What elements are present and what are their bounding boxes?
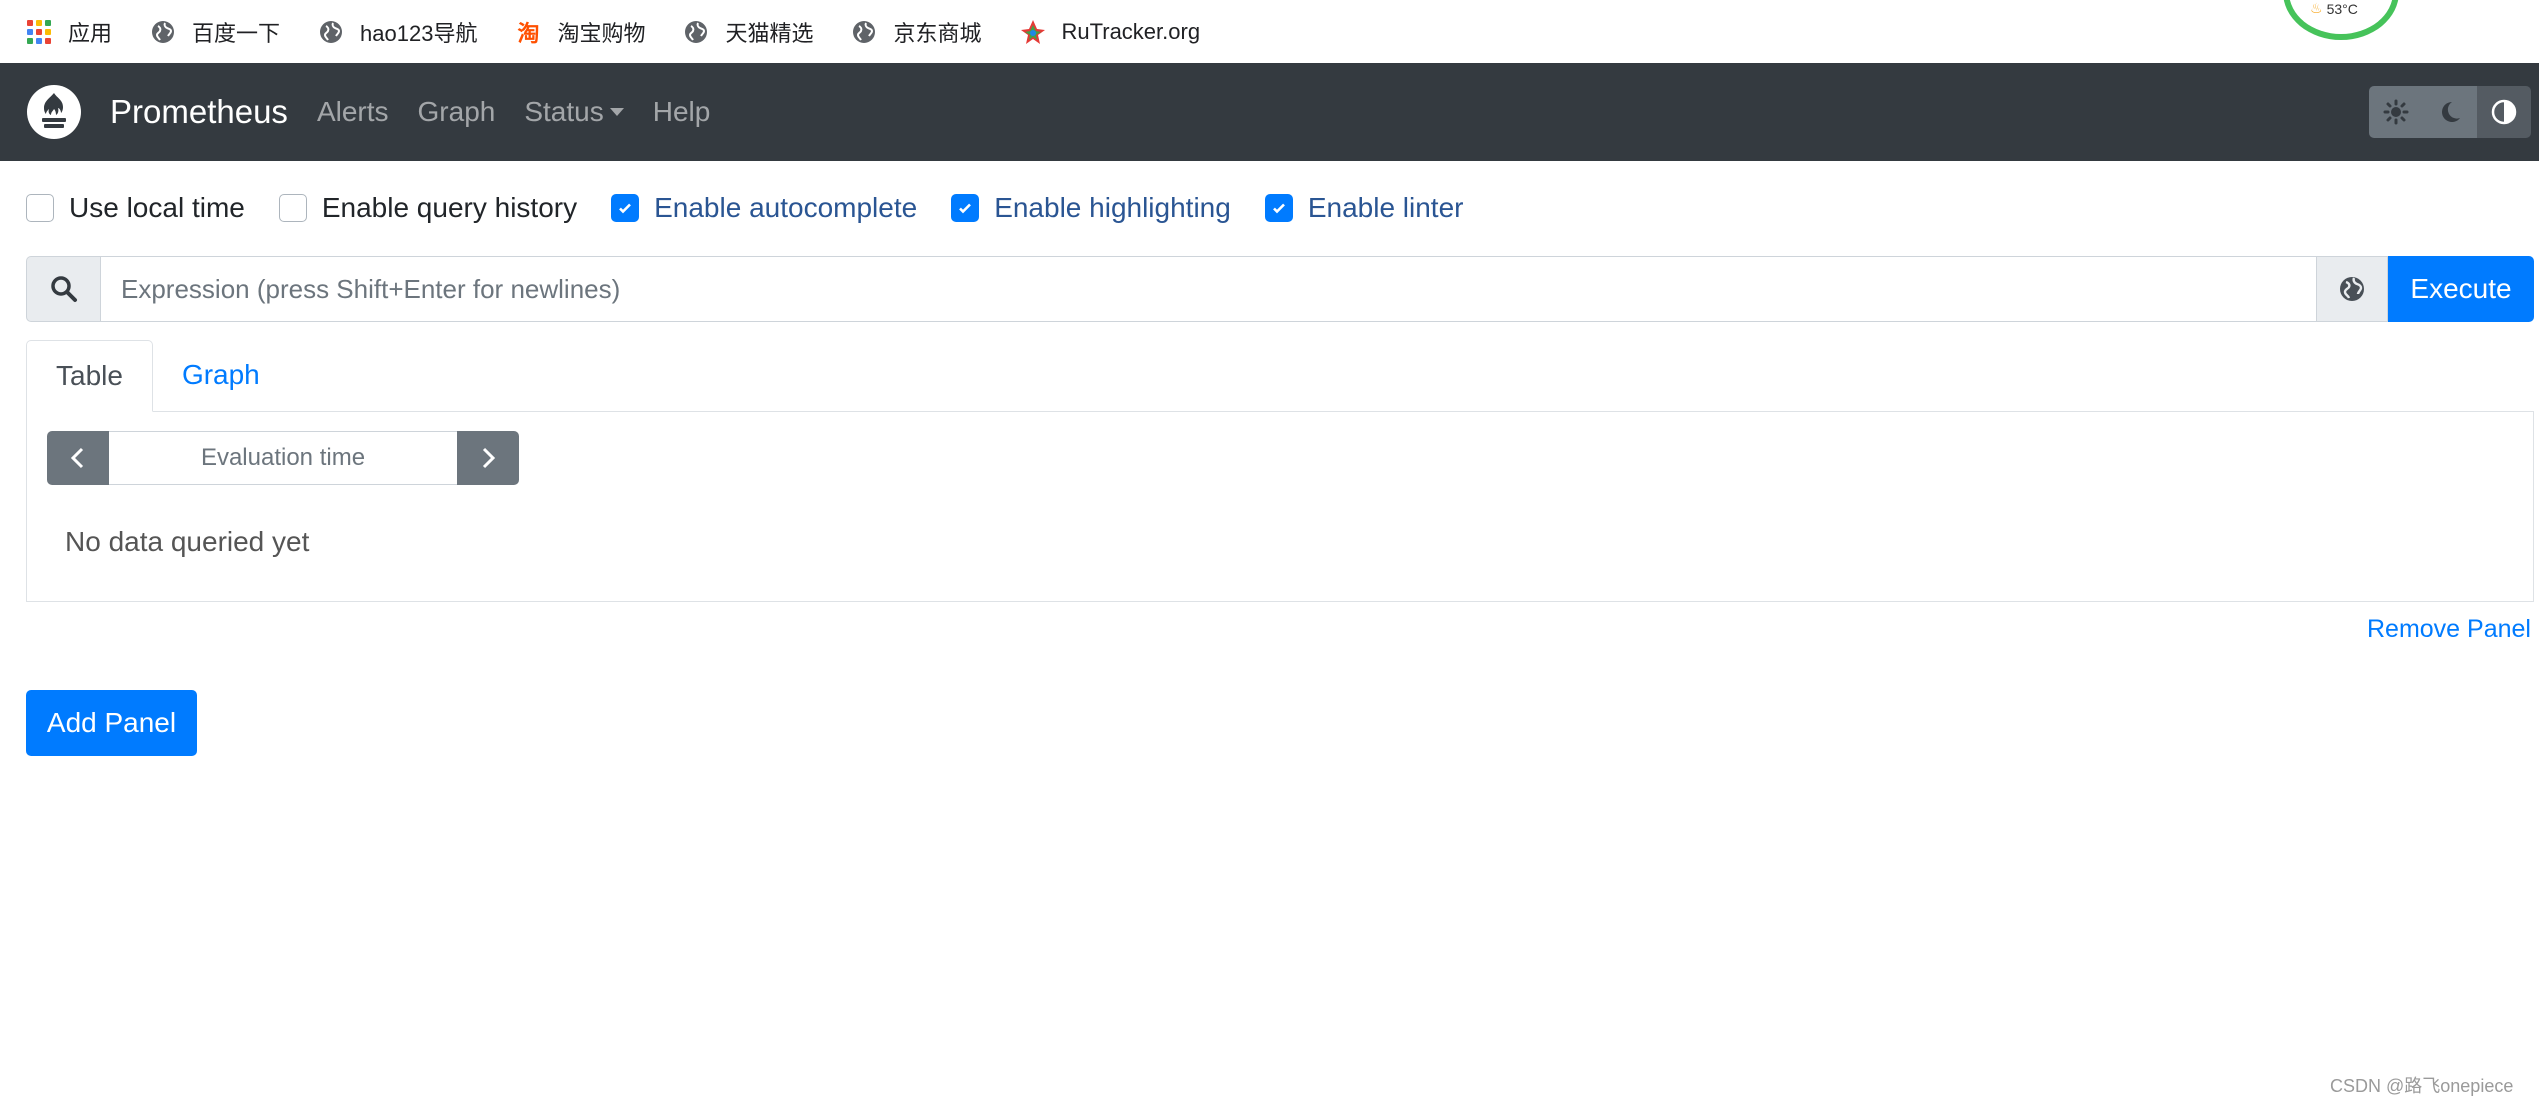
option-label: Use local time	[69, 192, 245, 223]
nav-status[interactable]: Status	[524, 96, 624, 128]
nav-graph[interactable]: Graph	[418, 96, 496, 128]
bookmark-label: 应用	[68, 20, 113, 46]
option-label: Enable highlighting	[994, 192, 1231, 223]
evaluation-time-input[interactable]	[109, 431, 457, 485]
add-panel-button[interactable]: Add Panel	[26, 690, 197, 756]
globe-icon	[150, 19, 176, 45]
execute-button[interactable]: Execute	[2388, 256, 2534, 322]
temperature-readout: ♨ 53°C	[2310, 0, 2358, 17]
bookmark-label: 京东商城	[893, 20, 982, 46]
expression-input[interactable]	[100, 256, 2317, 322]
flame-icon: ♨	[2310, 0, 2323, 16]
apps-grid-icon	[26, 19, 52, 45]
watermark: CSDN @路飞onepiece	[2330, 1076, 2514, 1096]
option-query-history[interactable]: Enable query history	[278, 192, 578, 224]
taobao-icon: 淘	[517, 20, 540, 46]
option-autocomplete[interactable]: Enable autocomplete	[611, 192, 917, 224]
checkbox-query-history[interactable]	[278, 194, 307, 222]
globe-icon	[683, 19, 709, 45]
query-options: Use local time Enable query history Enab…	[26, 186, 1497, 230]
bookmark-tmall[interactable]: 天猫精选	[683, 16, 813, 48]
bookmark-label: 百度一下	[192, 20, 281, 46]
globe-icon	[2340, 277, 2364, 301]
metrics-explorer-button[interactable]	[2317, 256, 2388, 322]
panel-tabs: Table Graph	[26, 340, 2534, 412]
theme-toggle-group	[2369, 86, 2531, 138]
tab-table[interactable]: Table	[26, 340, 153, 412]
bookmark-rutracker[interactable]: RuTracker.org	[1020, 18, 1201, 45]
checkbox-autocomplete[interactable]	[611, 194, 640, 222]
navbar: Prometheus Alerts Graph Status Help	[0, 63, 2539, 161]
expression-bar: Execute	[26, 256, 2534, 322]
moon-icon	[2442, 102, 2460, 122]
bookmark-jd[interactable]: 京东商城	[851, 16, 982, 48]
check-icon	[619, 203, 632, 214]
half-circle-icon	[2491, 99, 2517, 125]
bookmark-label: 淘宝购物	[557, 20, 646, 46]
panel-body: No data queried yet	[26, 411, 2534, 602]
option-label: Enable autocomplete	[654, 192, 918, 223]
option-linter[interactable]: Enable linter	[1264, 192, 1464, 224]
sun-icon	[2383, 99, 2409, 125]
eval-time-prev-button[interactable]	[47, 431, 109, 485]
temperature-value: 53°C	[2326, 0, 2358, 17]
search-addon	[26, 256, 100, 322]
empty-state-message: No data queried yet	[65, 526, 310, 557]
option-label: Enable linter	[1307, 192, 1464, 223]
bookmark-apps[interactable]: 应用	[26, 16, 112, 48]
nav-alerts[interactable]: Alerts	[317, 96, 389, 128]
chevron-left-icon	[70, 447, 84, 469]
nav-status-label: Status	[524, 96, 604, 127]
rutracker-icon	[1020, 19, 1046, 45]
option-use-local-time[interactable]: Use local time	[26, 192, 245, 224]
nav-help[interactable]: Help	[653, 96, 711, 128]
checkbox-linter[interactable]	[1264, 194, 1293, 222]
tab-graph[interactable]: Graph	[153, 339, 289, 411]
globe-icon	[851, 19, 877, 45]
bookmark-hao123[interactable]: hao123导航	[318, 16, 477, 48]
check-icon	[959, 203, 972, 214]
bookmark-label: RuTracker.org	[1061, 18, 1201, 44]
bookmarks-bar: 应用 百度一下 hao123导航 淘 淘宝购物 天猫精选 京东商城 RuTrac…	[0, 0, 2539, 63]
theme-dark-button[interactable]	[2423, 86, 2477, 138]
chevron-right-icon	[482, 447, 496, 469]
bookmark-taobao[interactable]: 淘 淘宝购物	[515, 16, 645, 48]
option-label: Enable query history	[321, 192, 578, 223]
bookmark-label: hao123导航	[360, 20, 478, 46]
theme-light-button[interactable]	[2369, 86, 2423, 138]
evaluation-time-control	[47, 431, 519, 485]
bookmark-label: 天猫精选	[725, 20, 814, 46]
theme-auto-button[interactable]	[2477, 86, 2531, 138]
brand-title[interactable]: Prometheus	[110, 93, 288, 131]
remove-panel-link[interactable]: Remove Panel	[2367, 615, 2531, 644]
bookmark-baidu[interactable]: 百度一下	[150, 16, 280, 48]
prometheus-logo-icon[interactable]	[27, 85, 81, 139]
globe-icon	[318, 19, 344, 45]
caret-down-icon	[609, 108, 624, 116]
eval-time-next-button[interactable]	[457, 431, 519, 485]
checkbox-local-time[interactable]	[26, 194, 54, 222]
checkbox-highlighting[interactable]	[951, 194, 980, 222]
option-highlighting[interactable]: Enable highlighting	[951, 192, 1231, 224]
check-icon	[1272, 203, 1285, 214]
search-icon	[50, 276, 77, 302]
